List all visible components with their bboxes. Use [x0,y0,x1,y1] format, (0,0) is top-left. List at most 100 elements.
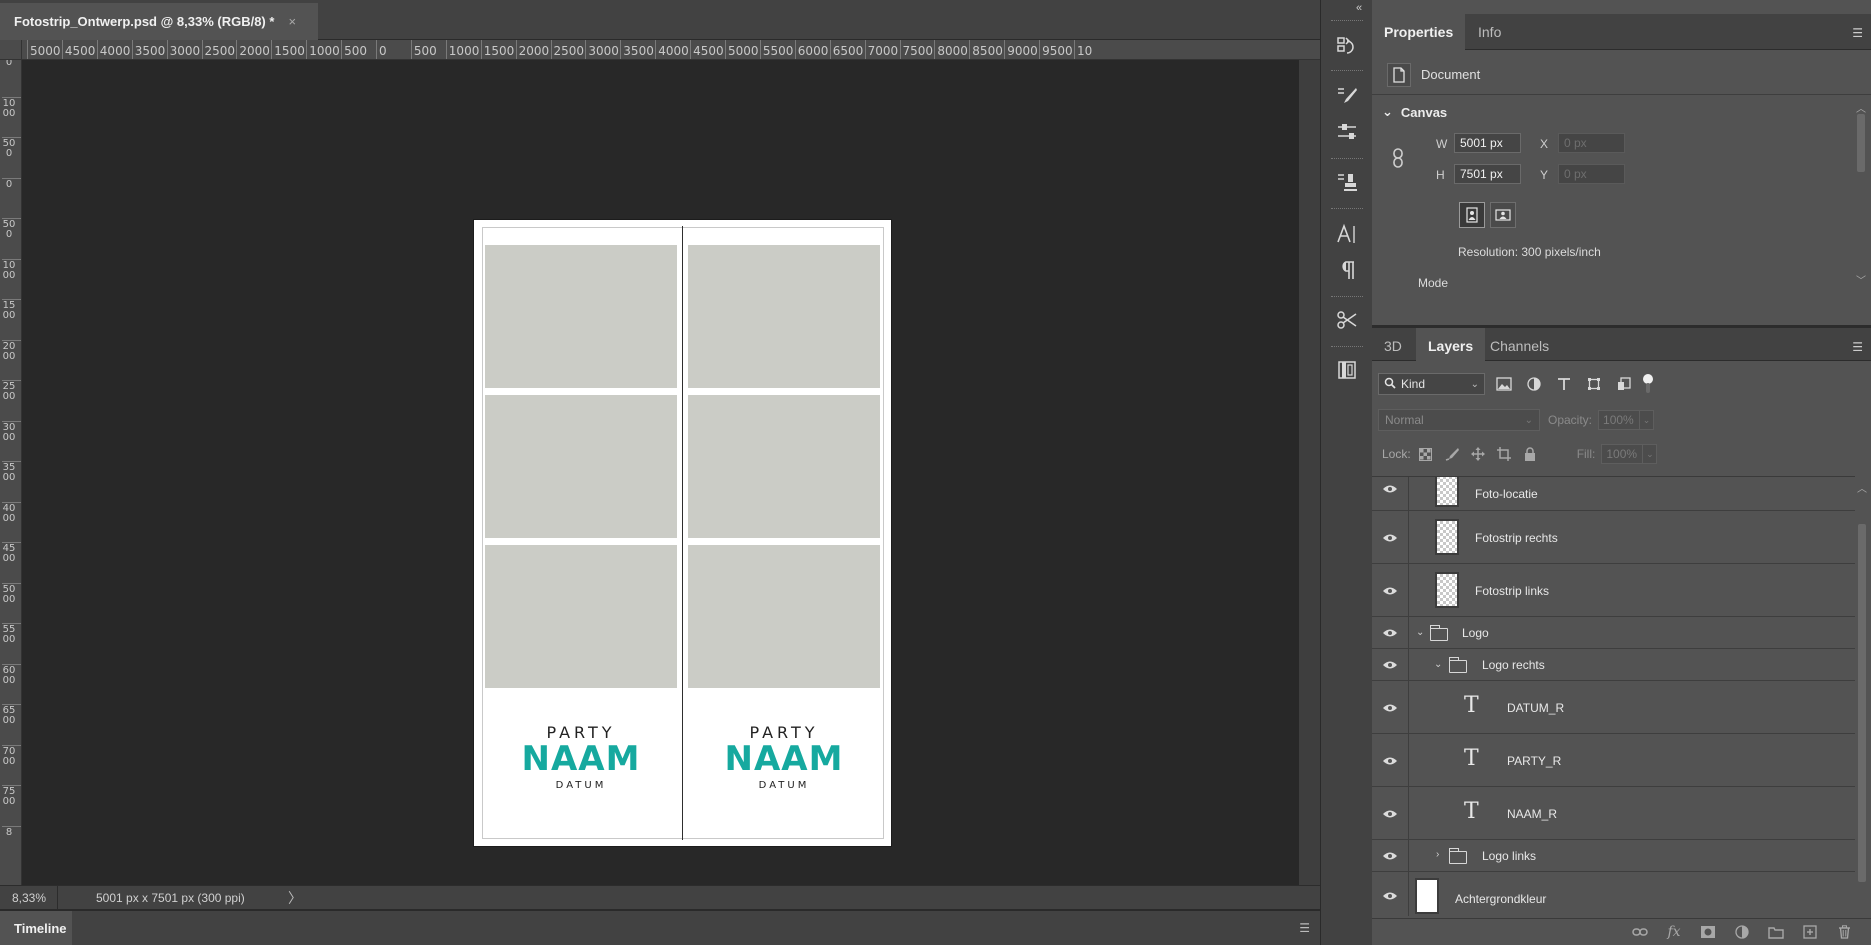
layer-row[interactable]: Foto-locatie [1372,477,1855,511]
tab-3d[interactable]: 3D [1372,328,1414,364]
canvas-area[interactable]: PARTY NAAM DATUM PARTY NAAM DATUM [22,60,1299,885]
tab-channels[interactable]: Channels [1478,328,1561,364]
chevron-down-icon[interactable]: ⌄ [1640,410,1655,430]
link-layers-icon[interactable] [1627,921,1653,943]
layer-row[interactable]: T PARTY_R [1372,734,1855,787]
vertical-ruler[interactable]: 0 1000 500 0 500 1000 1500 2000 2500 3000 3500 4000… [0,60,22,885]
layer-row[interactable]: T NAAM_R [1372,787,1855,840]
kind-filter-select[interactable]: Kind ⌄ [1378,373,1485,395]
pixel-layer-filter-icon[interactable] [1493,373,1515,395]
eye-icon[interactable] [1380,681,1400,734]
menu-icon[interactable]: ☰ [1852,340,1863,354]
eye-icon[interactable] [1380,872,1400,916]
eye-icon[interactable] [1380,787,1400,840]
layer-group-row[interactable]: ⌄ Logo [1372,617,1855,649]
layer-name[interactable]: PARTY_R [1507,754,1561,768]
new-layer-icon[interactable] [1797,921,1823,943]
status-menu-arrow-icon[interactable]: 〉 [288,888,302,908]
layer-row[interactable]: Fotostrip links [1372,564,1855,617]
character-icon[interactable] [1333,220,1361,248]
width-field[interactable]: 5001 px [1454,133,1521,153]
adjustments-icon[interactable] [1333,118,1361,146]
document-vertical-scrollbar[interactable] [1299,60,1320,885]
eye-icon[interactable] [1380,617,1400,649]
scrollbar-thumb[interactable] [1857,114,1865,172]
adjustment-layer-icon[interactable] [1729,921,1755,943]
properties-scrollbar[interactable]: ︿ ﹀ [1854,100,1868,290]
chevron-down-icon[interactable]: ⌄ [1382,104,1393,120]
layer-group-row[interactable]: ⌄ Logo rechts [1372,649,1855,681]
layer-row[interactable]: T DATUM_R [1372,681,1855,734]
layers-scrollbar[interactable]: ︿ [1855,476,1869,892]
chevron-down-icon[interactable]: ⌄ [1643,444,1658,464]
paragraph-icon[interactable] [1333,256,1361,284]
portrait-orientation-button[interactable] [1459,202,1485,228]
layer-name[interactable]: Fotostrip rechts [1475,531,1558,545]
document-canvas[interactable]: PARTY NAAM DATUM PARTY NAAM DATUM [474,220,891,846]
canvas-section-header[interactable]: ⌄ Canvas [1382,104,1447,120]
clone-stamp-icon[interactable] [1333,168,1361,196]
chevron-up-icon[interactable]: ︿ [1857,480,1867,495]
eye-icon[interactable] [1380,564,1400,617]
layer-name[interactable]: DATUM_R [1507,701,1564,715]
zoom-level[interactable]: 8,33% [0,885,58,910]
lock-artboard-crop-icon[interactable] [1493,444,1515,464]
libraries-icon[interactable] [1333,356,1361,384]
lock-all-padlock-icon[interactable] [1519,444,1541,464]
smart-object-filter-icon[interactable] [1613,373,1635,395]
document-tab[interactable]: Fotostrip_Ontwerp.psd @ 8,33% (RGB/8) * … [0,3,318,40]
layer-name[interactable]: Logo links [1482,849,1536,863]
x-field[interactable]: 0 px [1558,133,1625,153]
collapse-icon[interactable]: « [1356,2,1362,14]
blend-mode-select[interactable]: Normal ⌄ [1378,409,1540,431]
eye-icon[interactable] [1380,511,1400,564]
layer-name[interactable]: Foto-locatie [1475,487,1538,501]
eye-icon[interactable] [1380,649,1400,681]
landscape-orientation-button[interactable] [1490,202,1516,228]
chevron-right-icon[interactable]: › [1436,849,1439,860]
tab-properties[interactable]: Properties [1372,14,1466,50]
layer-effects-fx-icon[interactable]: fx [1661,921,1687,943]
tool-presets-icon[interactable] [1333,306,1361,334]
ruler-corner[interactable] [0,40,22,60]
fill-field[interactable]: 100% [1601,444,1644,464]
close-icon[interactable]: × [288,14,296,29]
layer-name[interactable]: NAAM_R [1507,807,1557,821]
tab-layers[interactable]: Layers [1416,328,1486,364]
eye-icon[interactable] [1380,840,1400,872]
eye-icon[interactable] [1380,477,1400,511]
menu-icon[interactable]: ☰ [1852,26,1863,40]
eye-icon[interactable] [1380,734,1400,787]
lock-pixels-brush-icon[interactable] [1441,444,1463,464]
chevron-up-icon[interactable]: ︿ [1856,100,1866,115]
shape-layer-filter-icon[interactable] [1583,373,1605,395]
layer-row[interactable]: Achtergrondkleur [1372,872,1855,916]
lock-position-move-icon[interactable] [1467,444,1489,464]
y-field[interactable]: 0 px [1558,164,1625,184]
layer-name[interactable]: Logo rechts [1482,658,1545,672]
chevron-down-icon[interactable]: ﹀ [1856,272,1866,287]
tab-info[interactable]: Info [1466,14,1513,50]
layer-name[interactable]: Achtergrondkleur [1455,892,1546,906]
horizontal-ruler[interactable]: 5000 4500 4000 3500 3000 2500 2000 1500 1000 500 0… [22,40,1320,60]
opacity-field[interactable]: 100% [1598,410,1641,430]
filter-toggle-switch[interactable] [1643,373,1653,395]
chevron-down-icon[interactable]: ⌄ [1416,627,1424,638]
new-group-folder-icon[interactable] [1763,921,1789,943]
type-layer-filter-icon[interactable] [1553,373,1575,395]
layer-name[interactable]: Fotostrip links [1475,584,1549,598]
menu-icon[interactable]: ☰ [1299,921,1310,935]
chevron-down-icon[interactable]: ⌄ [1434,659,1442,670]
height-field[interactable]: 7501 px [1454,164,1521,184]
layer-row[interactable]: Fotostrip rechts [1372,511,1855,564]
scrollbar-thumb[interactable] [1858,524,1866,882]
brush-settings-icon[interactable] [1333,82,1361,110]
history-icon[interactable] [1333,32,1361,60]
tab-timeline[interactable]: Timeline [0,911,72,945]
lock-transparency-icon[interactable] [1415,444,1437,464]
link-icon[interactable] [1392,148,1404,173]
adjustment-layer-filter-icon[interactable] [1523,373,1545,395]
layer-group-row[interactable]: › Logo links [1372,840,1855,872]
delete-layer-trash-icon[interactable] [1831,921,1857,943]
add-mask-icon[interactable] [1695,921,1721,943]
